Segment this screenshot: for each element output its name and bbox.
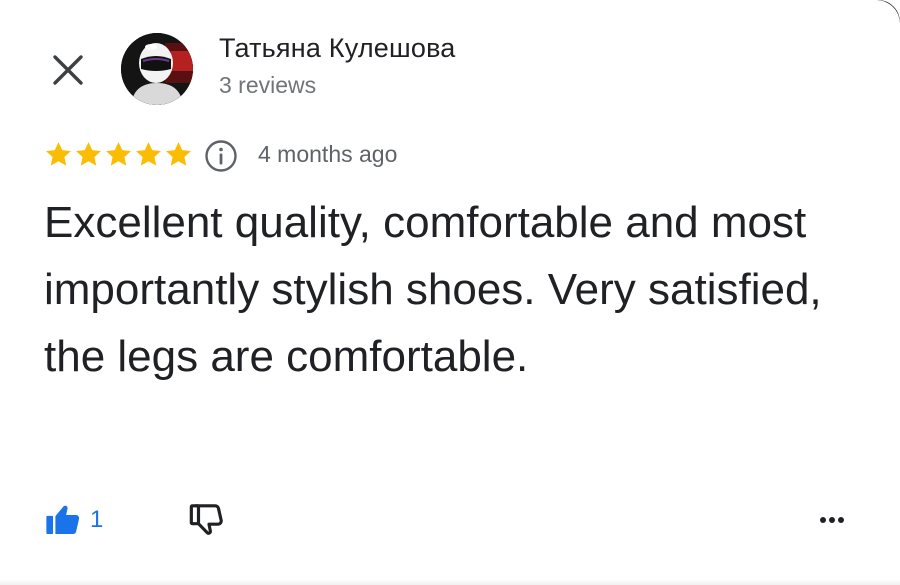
author-review-count[interactable]: 3 reviews [219, 72, 316, 99]
star-icon [106, 142, 131, 166]
thumbs-up-icon [46, 505, 80, 535]
more-options-button[interactable] [812, 505, 852, 535]
like-count: 1 [90, 506, 104, 533]
review-date: 4 months ago [258, 141, 398, 167]
dislike-button[interactable] [188, 500, 228, 540]
star-icon [136, 142, 161, 166]
info-button[interactable] [204, 139, 238, 173]
star-icon [46, 142, 71, 166]
info-icon [205, 140, 237, 172]
avatar[interactable] [121, 33, 193, 105]
avatar-helmet-image [121, 33, 193, 105]
star-rating [44, 140, 193, 169]
star-icon [166, 142, 191, 166]
close-icon [53, 55, 83, 85]
card-bottom-edge [0, 579, 900, 585]
thumbs-down-icon [189, 504, 223, 535]
more-horiz-icon [820, 517, 844, 523]
review-text: Excellent quality, comfortable and most … [44, 198, 822, 381]
author-name[interactable]: Татьяна Кулешова [219, 33, 456, 64]
review-card: Татьяна Кулешова 3 reviews 4 months ago … [0, 0, 900, 585]
like-button[interactable]: 1 [44, 500, 103, 538]
star-icon [76, 142, 101, 166]
close-button[interactable] [48, 50, 88, 90]
